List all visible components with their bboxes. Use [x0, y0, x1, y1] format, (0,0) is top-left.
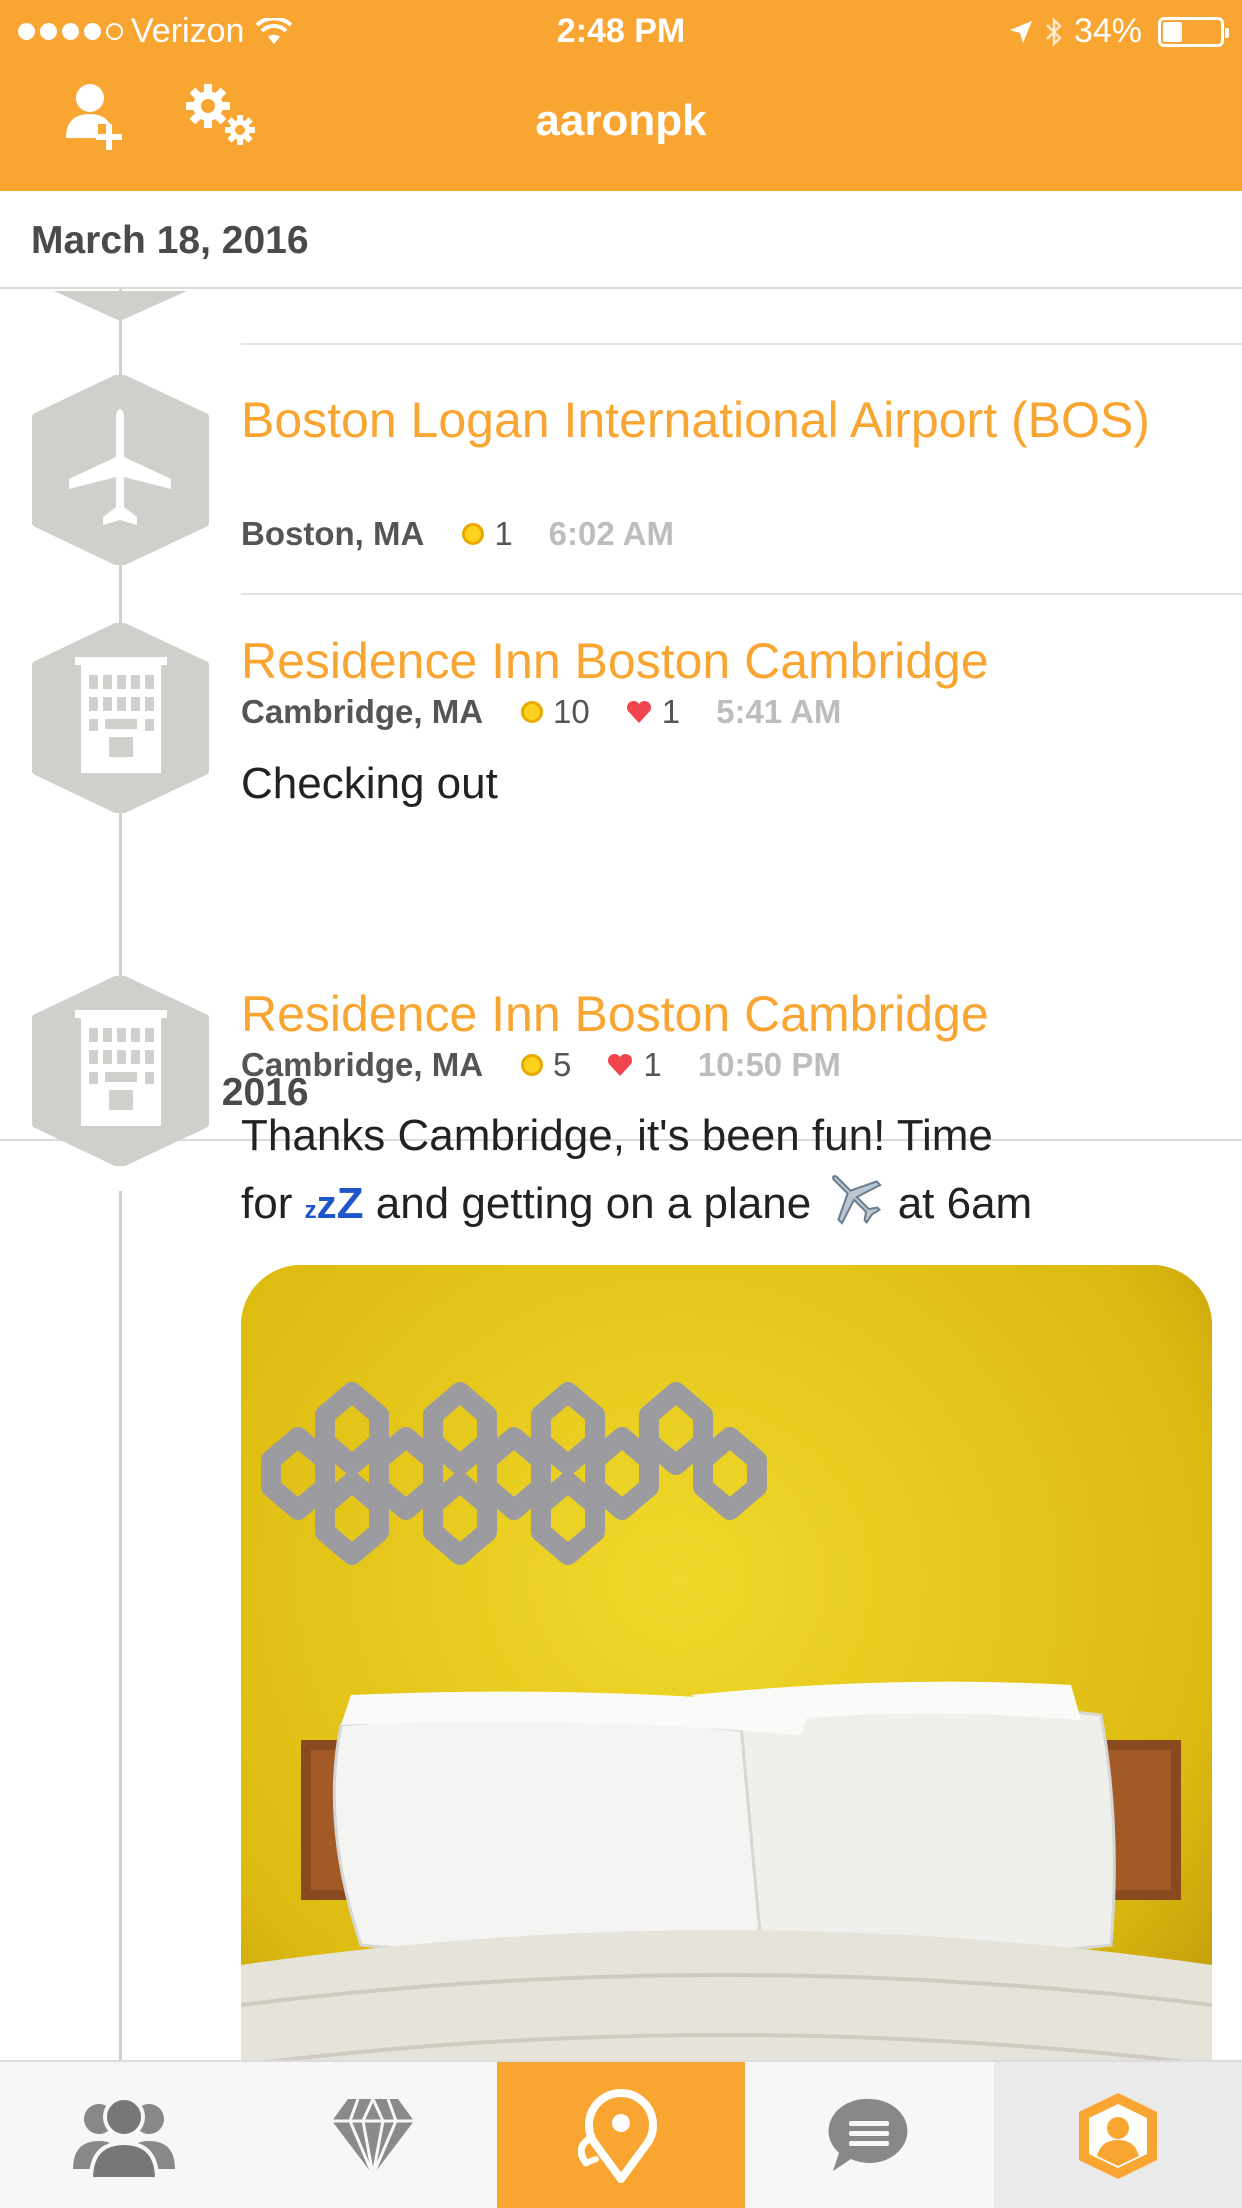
battery-percent: 34%	[1073, 12, 1142, 50]
heart-icon	[626, 700, 651, 723]
top-bar: Verizon 2:48 PM 34% aaronpk	[0, 0, 1242, 191]
checkin-icon	[577, 2089, 657, 2183]
tab-bar	[0, 2060, 1242, 2208]
chat-icon	[828, 2098, 908, 2171]
airplane-venue-icon	[32, 375, 209, 565]
friends-icon	[73, 2096, 176, 2181]
location-arrow-icon	[1009, 20, 1032, 43]
hotel-room-photo	[241, 1265, 1212, 2060]
status-right: 34%	[1008, 12, 1229, 51]
coin-count: 1	[494, 515, 513, 552]
venue-name[interactable]: Residence Inn Boston Cambridge	[241, 629, 1221, 693]
checkin-meta: Cambridge, MA 10 1 5:41 AM	[241, 693, 841, 731]
checkin-meta: Boston, MA 1 6:02 AM	[241, 515, 674, 553]
coin-count: 10	[553, 693, 590, 730]
date-header: March 18, 2016	[0, 191, 1242, 289]
checkin-shout: Checking out	[241, 759, 498, 808]
like-count[interactable]: 1	[662, 693, 680, 731]
tab-profile[interactable]	[993, 2062, 1242, 2208]
checkin-time: 10:50 PM	[697, 1046, 841, 1083]
checkin-photo[interactable]	[241, 1265, 1212, 2060]
divider	[241, 593, 1242, 595]
bluetooth-icon	[1046, 16, 1062, 47]
gem-icon	[331, 2095, 414, 2179]
checkin-time: 5:41 AM	[716, 693, 842, 730]
page-title: aaronpk	[535, 96, 707, 145]
checkin-shout: Thanks Cambridge, it's been fun! Time fo…	[241, 1106, 1231, 1241]
hotel-venue-icon	[32, 976, 209, 1166]
venue-name[interactable]: Residence Inn Boston Cambridge	[241, 982, 1221, 1046]
timeline-line	[119, 1191, 122, 2060]
hotel-icon	[75, 1010, 167, 1126]
venue-location: Cambridge, MA	[241, 693, 484, 730]
checkin-feed[interactable]: March 18, 2016 Boston Logan Internationa…	[0, 191, 1242, 2060]
profile-icon	[1078, 2093, 1157, 2179]
checkin-meta: Cambridge, MA 5 1 10:50 PM	[241, 1046, 841, 1084]
heart-icon	[608, 1053, 633, 1076]
venue-location: Boston, MA	[241, 515, 425, 552]
venue-location: Cambridge, MA	[241, 1046, 484, 1083]
tab-gem[interactable]	[248, 2062, 496, 2208]
like-count[interactable]: 1	[643, 1046, 661, 1084]
venue-name[interactable]: Boston Logan International Airport (BOS)	[241, 388, 1221, 452]
hotel-icon	[75, 657, 167, 773]
battery-icon	[1158, 16, 1229, 47]
coin-count: 5	[553, 1046, 572, 1083]
divider	[241, 343, 1242, 345]
hotel-venue-icon	[32, 623, 209, 813]
coin-icon	[521, 1054, 544, 1076]
sleeping-emoji: zzZ	[304, 1179, 364, 1228]
checkin-time: 6:02 AM	[548, 515, 674, 552]
coin-icon	[462, 523, 485, 545]
tab-chat[interactable]	[745, 2062, 993, 2208]
status-bar: Verizon 2:48 PM 34%	[0, 0, 1242, 60]
tab-checkin[interactable]	[496, 2062, 746, 2208]
airplane-emoji	[832, 1175, 883, 1225]
coin-icon	[521, 701, 544, 723]
tab-friends[interactable]	[0, 2062, 248, 2208]
